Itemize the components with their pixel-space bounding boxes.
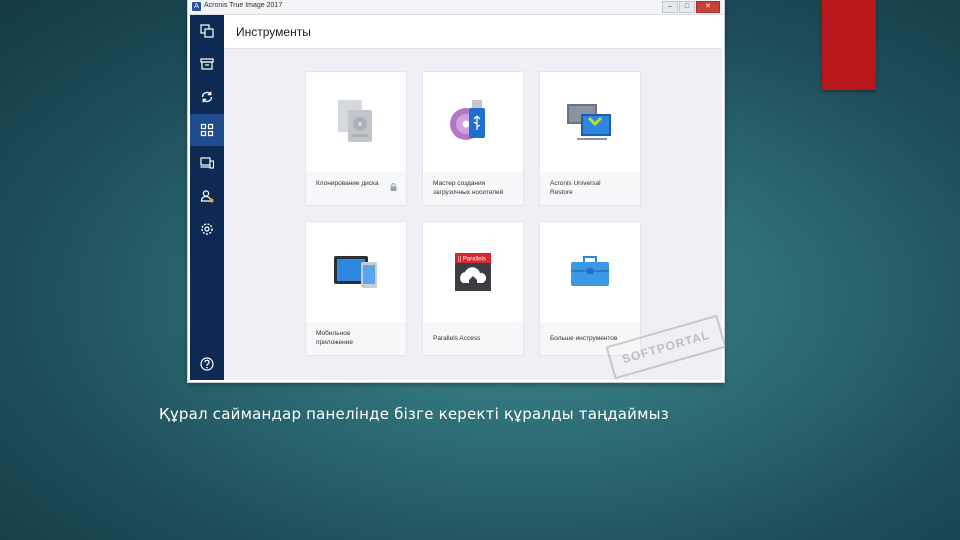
- main-header: Инструменты: [224, 15, 722, 49]
- tool-tile-universal-restore[interactable]: Acronis Universal Restore: [540, 72, 640, 205]
- window-controls: – □ ✕: [662, 1, 720, 13]
- tool-tile-label: Больше инструментов: [550, 335, 618, 342]
- sidebar-item-backup[interactable]: [190, 15, 224, 47]
- sidebar-item-sync[interactable]: [190, 81, 224, 113]
- tool-tile-more-tools[interactable]: Больше инструментов: [540, 222, 640, 355]
- app-window: A Acronis True Image 2017 – □ ✕ Инструме…: [188, 0, 724, 382]
- sidebar-item-account[interactable]: [190, 180, 224, 212]
- bootable-media-icon: [450, 100, 485, 140]
- tool-tile-label: Parallels Access: [433, 335, 481, 342]
- help-icon: [200, 357, 214, 371]
- account-icon: [200, 190, 214, 203]
- slide-caption: Құрал саймандар панелінде бізге керекті …: [159, 405, 669, 423]
- tool-tile-label: Клонирование диска: [316, 180, 379, 187]
- tool-tile-label: Мобильное приложение: [316, 330, 353, 346]
- toolbox-icon: [571, 256, 609, 286]
- universal-restore-icon: [567, 104, 611, 140]
- close-button[interactable]: ✕: [696, 1, 720, 13]
- devices-icon: [200, 157, 214, 169]
- sidebar-item-archive[interactable]: [190, 48, 224, 80]
- minimize-button[interactable]: –: [662, 1, 678, 13]
- maximize-button[interactable]: □: [679, 1, 695, 13]
- red-accent-bar: [822, 0, 876, 90]
- sidebar-item-help[interactable]: [190, 348, 224, 380]
- tool-tile-parallels-access[interactable]: || Parallels Parallels Access: [423, 222, 523, 355]
- svg-text:|| Parallels: || Parallels: [458, 257, 486, 263]
- parallels-access-icon: || Parallels: [455, 253, 491, 291]
- lock-icon: [390, 183, 397, 191]
- tool-tile-mobile-app[interactable]: Мобильное приложение: [306, 222, 406, 355]
- tool-tile-label: Acronis Universal Restore: [550, 180, 601, 196]
- settings-icon: [201, 223, 213, 235]
- sidebar-item-settings[interactable]: [190, 213, 224, 245]
- mobile-app-icon: [334, 256, 377, 288]
- disk-clone-icon: [338, 100, 372, 142]
- window-title: Acronis True Image 2017: [204, 2, 283, 9]
- sidebar-item-tools[interactable]: [190, 114, 224, 146]
- archive-icon: [200, 58, 214, 70]
- tool-tile-disk-clone[interactable]: Клонирование диска: [306, 72, 406, 205]
- title-bar: A Acronis True Image 2017 – □ ✕: [188, 0, 724, 15]
- tool-tile-label: Мастер создания загрузочных носителей: [433, 180, 504, 196]
- sidebar-item-devices[interactable]: [190, 147, 224, 179]
- tool-tile-bootable-media[interactable]: Мастер создания загрузочных носителей: [423, 72, 523, 205]
- acronis-logo-icon: A: [192, 2, 201, 11]
- sync-icon: [201, 91, 213, 103]
- tools-grid-icon: [200, 123, 214, 137]
- sidebar: [190, 15, 224, 380]
- backup-copy-icon: [200, 24, 214, 38]
- main-panel: Инструменты Клонирование диска Мастер со…: [224, 15, 722, 380]
- page-title: Инструменты: [236, 25, 311, 39]
